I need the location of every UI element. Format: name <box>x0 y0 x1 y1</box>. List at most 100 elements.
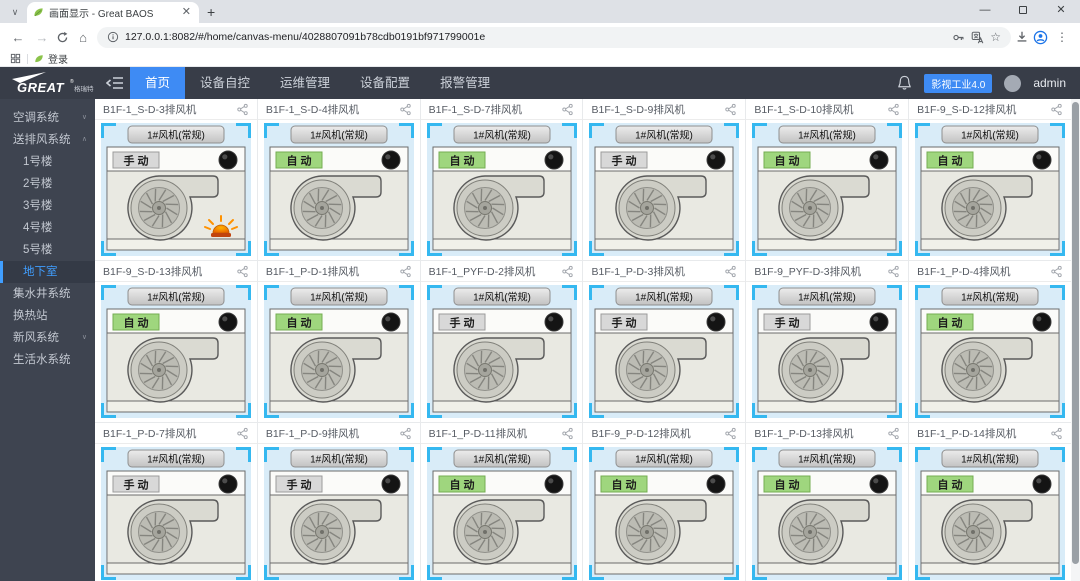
share-icon[interactable] <box>561 265 574 278</box>
sidebar-item-7[interactable]: 地下室 <box>0 261 95 283</box>
fan-device[interactable]: 1#风机(常规) 手 动 <box>426 285 577 418</box>
sidebar-item-5[interactable]: 4号楼 <box>0 217 95 239</box>
username[interactable]: admin <box>1033 76 1066 90</box>
fan-device[interactable]: 1#风机(常规) 手 动 <box>100 123 251 256</box>
fan-device[interactable]: 1#风机(常规) 自 动 <box>426 447 577 580</box>
sidebar-item-1[interactable]: 送排风系统 ∧ <box>0 129 95 151</box>
share-icon[interactable] <box>561 103 574 116</box>
share-icon[interactable] <box>724 265 737 278</box>
share-icon[interactable] <box>399 103 412 116</box>
back-icon[interactable]: ← <box>8 30 28 45</box>
user-avatar[interactable] <box>1004 74 1022 92</box>
share-icon[interactable] <box>399 265 412 278</box>
selection-bracket-icon <box>1050 123 1066 138</box>
scrollbar-track[interactable] <box>1071 99 1080 581</box>
share-icon[interactable] <box>1050 103 1063 116</box>
share-icon[interactable] <box>887 103 900 116</box>
share-icon[interactable] <box>1050 265 1063 278</box>
sidebar-fold-icon[interactable] <box>106 76 124 90</box>
fan-device[interactable]: 1#风机(常规) 自 动 <box>915 285 1066 418</box>
nav-item-4[interactable]: 报警管理 <box>425 67 505 99</box>
fan-device[interactable]: 1#风机(常规) 自 动 <box>426 123 577 256</box>
selection-bracket-icon <box>263 285 279 300</box>
download-icon[interactable] <box>1015 30 1029 44</box>
window-restore-button[interactable] <box>1004 0 1042 23</box>
url-input[interactable]: 127.0.0.1:8082/#/home/canvas-menu/402880… <box>97 26 1011 48</box>
window-close-button[interactable]: ✕ <box>1042 0 1080 23</box>
scrollbar-thumb[interactable] <box>1072 102 1079 564</box>
fan-device[interactable]: 1#风机(常规) 自 动 <box>752 123 903 256</box>
tab-close-icon[interactable]: ✕ <box>180 7 193 18</box>
svg-text:手 动: 手 动 <box>612 316 637 330</box>
run-indicator-light <box>706 474 726 494</box>
forward-icon[interactable]: → <box>32 30 52 45</box>
fan-device[interactable]: 1#风机(常规) 手 动 <box>752 285 903 418</box>
nav-item-0[interactable]: 首页 <box>130 67 186 99</box>
fan-device[interactable]: 1#风机(常规) 手 动 <box>589 285 740 418</box>
sidebar-item-10[interactable]: 新风系统 ∨ <box>0 327 95 349</box>
svg-text:自 动: 自 动 <box>449 478 474 492</box>
share-icon[interactable] <box>399 427 412 440</box>
selection-bracket-icon <box>752 241 768 256</box>
selection-bracket-icon <box>589 241 605 256</box>
share-icon[interactable] <box>561 427 574 440</box>
svg-text:自 动: 自 动 <box>123 316 148 330</box>
nav-item-1[interactable]: 设备自控 <box>185 67 265 99</box>
bookmark-star-icon[interactable]: ☆ <box>990 30 1001 44</box>
selection-bracket-icon <box>561 241 577 256</box>
selection-bracket-icon <box>589 565 605 580</box>
new-tab-button[interactable]: + <box>207 4 215 20</box>
sidebar-item-2[interactable]: 1号楼 <box>0 151 95 173</box>
fan-device[interactable]: 1#风机(常规) 手 动 <box>263 447 414 580</box>
password-key-icon[interactable] <box>952 31 965 44</box>
fan-device[interactable]: 1#风机(常规) 自 动 <box>752 447 903 580</box>
svg-text:1#风机(常规): 1#风机(常规) <box>147 453 205 466</box>
nav-item-2[interactable]: 运维管理 <box>265 67 345 99</box>
sidebar-item-0[interactable]: 空调系统 ∨ <box>0 107 95 129</box>
translate-icon[interactable] <box>971 31 984 44</box>
share-icon[interactable] <box>1050 427 1063 440</box>
tab-search-chevron-icon[interactable]: ∨ <box>8 5 22 19</box>
fan-device[interactable]: 1#风机(常规) 自 动 <box>100 285 251 418</box>
browser-menu-icon[interactable]: ⋮ <box>1052 30 1072 44</box>
site-info-icon[interactable] <box>107 31 119 43</box>
share-icon[interactable] <box>236 427 249 440</box>
sidebar-item-6[interactable]: 5号楼 <box>0 239 95 261</box>
device-card: B1F-1_P-D-13排风机 1#风机(常规) 自 动 <box>746 423 909 581</box>
sidebar-item-4[interactable]: 3号楼 <box>0 195 95 217</box>
reload-icon[interactable] <box>56 31 69 44</box>
sidebar-item-8[interactable]: 集水井系统 <box>0 283 95 305</box>
selection-bracket-icon <box>1050 447 1066 462</box>
share-icon[interactable] <box>236 103 249 116</box>
sidebar-item-9[interactable]: 换热站 <box>0 305 95 327</box>
apps-grid-icon[interactable] <box>10 53 21 64</box>
share-icon[interactable] <box>724 103 737 116</box>
share-icon[interactable] <box>887 265 900 278</box>
great-logo: GREAT ® 格瑞特 <box>12 72 94 95</box>
bell-icon[interactable] <box>897 75 912 91</box>
window-minimize-button[interactable]: — <box>966 0 1004 23</box>
fan-device[interactable]: 1#风机(常规) 自 动 <box>915 447 1066 580</box>
sidebar-item-3[interactable]: 2号楼 <box>0 173 95 195</box>
fan-device[interactable]: 1#风机(常规) 自 动 <box>915 123 1066 256</box>
home-icon[interactable]: ⌂ <box>73 30 93 45</box>
svg-text:1#风机(常规): 1#风机(常规) <box>310 291 368 304</box>
share-icon[interactable] <box>724 427 737 440</box>
fan-device[interactable]: 1#风机(常规) 自 动 <box>263 285 414 418</box>
fan-device[interactable]: 1#风机(常规) 自 动 <box>589 447 740 580</box>
profile-avatar-icon[interactable] <box>1033 30 1048 45</box>
share-icon[interactable] <box>236 265 249 278</box>
selection-bracket-icon <box>887 565 903 580</box>
fan-device[interactable]: 1#风机(常规) 手 动 <box>100 447 251 580</box>
fan-device[interactable]: 1#风机(常规) 自 动 <box>263 123 414 256</box>
nav-item-3[interactable]: 设备配置 <box>345 67 425 99</box>
chevron-icon: ∨ <box>81 334 87 341</box>
device-card-title: B1F-1_P-D-7排风机 <box>103 427 197 440</box>
fan-device[interactable]: 1#风机(常规) 手 动 <box>589 123 740 256</box>
bookmark-item-login[interactable]: 登录 <box>34 51 68 66</box>
sidebar-item-11[interactable]: 生活水系统 <box>0 349 95 371</box>
selection-bracket-icon <box>263 403 279 418</box>
svg-text:自 动: 自 动 <box>612 478 637 492</box>
share-icon[interactable] <box>887 427 900 440</box>
browser-tab[interactable]: 画面显示 - Great BAOS ✕ <box>27 2 199 23</box>
